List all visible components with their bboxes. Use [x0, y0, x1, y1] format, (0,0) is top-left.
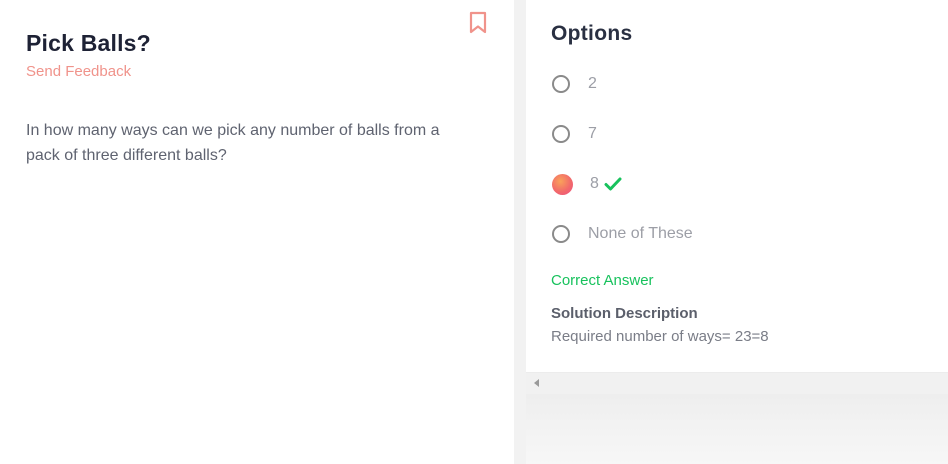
result-status: Correct Answer	[551, 272, 654, 289]
horizontal-scrollbar[interactable]	[526, 372, 948, 395]
option-label: None of These	[588, 225, 693, 242]
panel-divider	[514, 0, 526, 464]
radio-button[interactable]	[552, 225, 570, 243]
radio-button[interactable]	[552, 75, 570, 93]
options-panel: Options 2 7 8 None of These Correct Answ…	[526, 0, 948, 372]
option-label: 2	[588, 75, 597, 92]
question-panel: Pick Balls? Send Feedback In how many wa…	[0, 0, 514, 464]
solution-heading: Solution Description	[551, 305, 698, 322]
app-frame: Pick Balls? Send Feedback In how many wa…	[0, 0, 948, 464]
option-label: 7	[588, 125, 597, 142]
radio-button-selected[interactable]	[552, 173, 573, 195]
scroll-left-arrow-icon[interactable]	[534, 379, 539, 387]
send-feedback-link[interactable]: Send Feedback	[26, 63, 131, 80]
question-title: Pick Balls?	[26, 30, 151, 56]
bookmark-icon[interactable]	[468, 11, 488, 35]
radio-button[interactable]	[552, 125, 570, 143]
solution-text: Required number of ways= 23=8	[551, 328, 769, 345]
option-4[interactable]: None of These	[552, 222, 693, 246]
options-heading: Options	[551, 22, 633, 45]
checkmark-icon	[604, 176, 622, 192]
option-1[interactable]: 2	[552, 72, 597, 96]
question-text: In how many ways can we pick any number …	[26, 122, 440, 164]
panel-shadow	[526, 394, 948, 464]
option-3[interactable]: 8	[552, 172, 622, 196]
option-label: 8	[590, 175, 599, 192]
option-2[interactable]: 7	[552, 122, 597, 146]
